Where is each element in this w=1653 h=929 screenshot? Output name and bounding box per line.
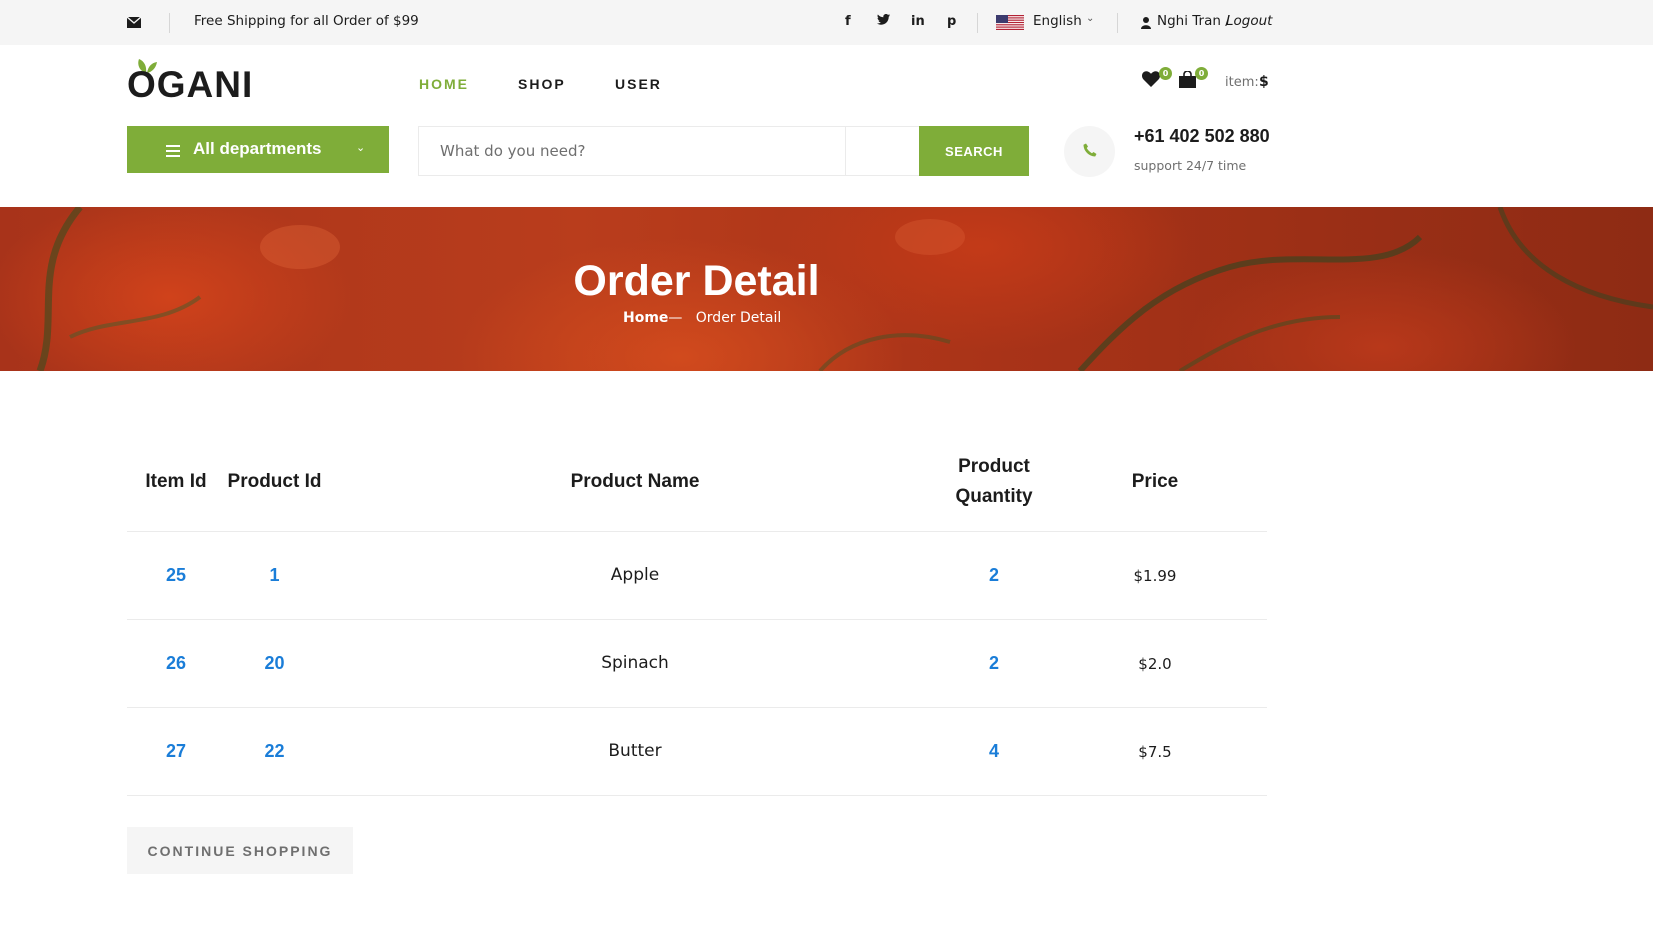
header-product-name: Product Name: [570, 471, 700, 492]
top-bar: Free Shipping for all Order of $99 f in …: [0, 0, 1653, 45]
product-name: Apple: [610, 565, 660, 585]
phone-number: +61 402 502 880: [1134, 126, 1270, 146]
support-text: support 24/7 time: [1134, 158, 1247, 173]
logout-link[interactable]: Logout: [1226, 13, 1272, 29]
logo[interactable]: OGANI: [127, 64, 253, 106]
mail-icon[interactable]: [127, 0, 141, 45]
phone-icon: [1083, 142, 1097, 161]
wishlist-count-badge: 0: [1159, 67, 1172, 80]
continue-shopping-button[interactable]: CONTINUE SHOPPING: [127, 827, 353, 874]
product-name: Butter: [608, 741, 662, 761]
row-divider: [127, 531, 1267, 532]
pinterest-icon[interactable]: p: [947, 14, 956, 29]
item-id: 26: [165, 653, 187, 673]
breadcrumb: Home— Order Detail: [623, 310, 781, 326]
product-id: 22: [264, 741, 285, 761]
nav-shop[interactable]: SHOP: [518, 76, 566, 92]
product-quantity: 4: [988, 741, 999, 761]
us-flag-icon[interactable]: [996, 15, 1024, 30]
language-selector[interactable]: English: [1033, 13, 1082, 29]
user-icon: [1141, 14, 1151, 33]
cart-item-price: $: [1259, 74, 1269, 90]
all-departments-button[interactable]: All departments ⌄: [127, 126, 389, 173]
divider: [169, 13, 170, 33]
header-product-id: Product Id: [227, 471, 322, 492]
price: $1.99: [1133, 567, 1177, 585]
facebook-icon[interactable]: f: [845, 14, 851, 29]
cart-item-label: item:: [1225, 75, 1259, 90]
header-item-id: Item Id: [145, 471, 207, 492]
search-button[interactable]: SEARCH: [919, 126, 1029, 176]
linkedin-icon[interactable]: in: [911, 14, 925, 29]
breadcrumb-separator: —: [668, 310, 683, 326]
phone-icon-circle: [1064, 126, 1115, 177]
breadcrumb-home-link[interactable]: Home: [623, 310, 668, 326]
shopping-bag-icon[interactable]: [1179, 70, 1196, 92]
divider: [977, 13, 978, 33]
row-divider: [127, 619, 1267, 620]
cart-count-badge: 0: [1195, 67, 1208, 80]
breadcrumb-current: Order Detail: [695, 310, 782, 326]
product-quantity: 2: [988, 653, 999, 673]
user-name: Nghi Tran /: [1157, 13, 1230, 29]
product-name: Spinach: [601, 653, 669, 673]
header-product-quantity-2: Quantity: [955, 486, 1033, 507]
chevron-down-icon[interactable]: ⌄: [1086, 13, 1094, 24]
departments-label: All departments: [193, 139, 322, 158]
price: $7.5: [1138, 743, 1172, 761]
product-id: 1: [269, 565, 280, 585]
menu-icon: [166, 142, 180, 161]
shipping-notice: Free Shipping for all Order of $99: [194, 13, 419, 29]
header-price: Price: [1131, 471, 1179, 492]
product-quantity: 2: [988, 565, 999, 585]
heart-icon[interactable]: [1142, 71, 1160, 91]
twitter-icon[interactable]: [877, 14, 890, 29]
chevron-down-icon: ⌄: [356, 141, 366, 154]
divider: [1117, 13, 1118, 33]
item-id: 27: [165, 741, 187, 761]
header-product-quantity-1: Product: [958, 456, 1030, 477]
row-divider: [127, 707, 1267, 708]
item-id: 25: [165, 565, 187, 585]
page-title: Order Detail: [573, 257, 820, 305]
search-input[interactable]: [419, 127, 846, 175]
nav-user[interactable]: USER: [615, 76, 662, 92]
product-id: 20: [264, 653, 285, 673]
row-divider: [127, 795, 1267, 796]
nav-home[interactable]: HOME: [419, 76, 469, 92]
price: $2.0: [1138, 655, 1172, 673]
search-form: SEARCH: [418, 126, 1029, 176]
breadcrumb-banner: Order Detail Home— Order Detail: [0, 207, 1653, 371]
